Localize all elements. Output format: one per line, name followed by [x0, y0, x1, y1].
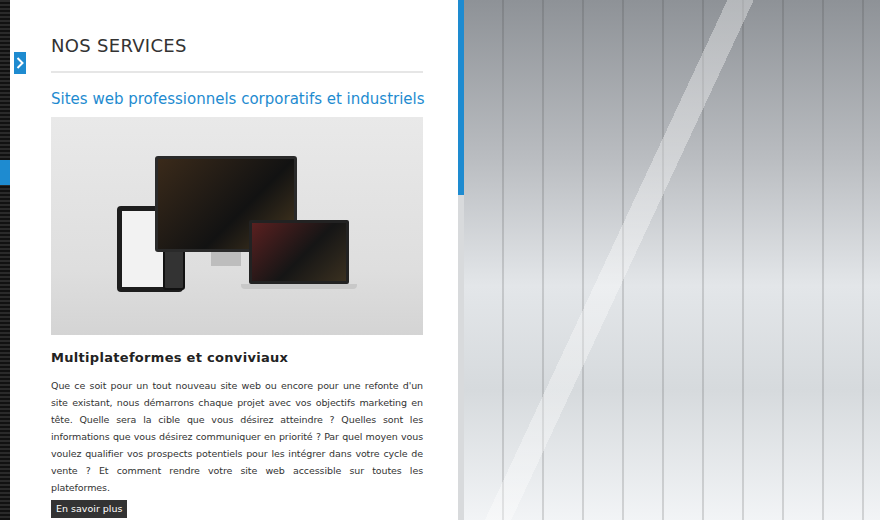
panel-toggle[interactable] [14, 52, 26, 74]
side-strip [0, 0, 10, 520]
laptop-screen [249, 220, 349, 284]
service-description: Que ce soit pour un tout nouveau site we… [51, 377, 423, 496]
devices-illustration [117, 156, 357, 296]
read-more-button[interactable]: En savoir plus [51, 500, 127, 518]
architecture-photo [464, 0, 880, 520]
laptop-base [241, 284, 357, 289]
services-panel: NOS SERVICES Sites web professionnels cor… [10, 0, 458, 520]
divider [51, 71, 423, 73]
service-title[interactable]: Sites web professionnels corporatifs et … [51, 89, 423, 109]
page: NOS SERVICES Sites web professionnels cor… [0, 0, 880, 520]
monitor-stand [211, 252, 241, 266]
service-heading: Multiplateformes et conviviaux [51, 349, 423, 367]
laptop-shape [249, 220, 349, 289]
section-title: NOS SERVICES [51, 35, 423, 57]
product-image [51, 117, 423, 335]
strip-marker [0, 160, 10, 185]
phone-shape [163, 246, 185, 290]
chevron-right-icon [16, 57, 24, 69]
